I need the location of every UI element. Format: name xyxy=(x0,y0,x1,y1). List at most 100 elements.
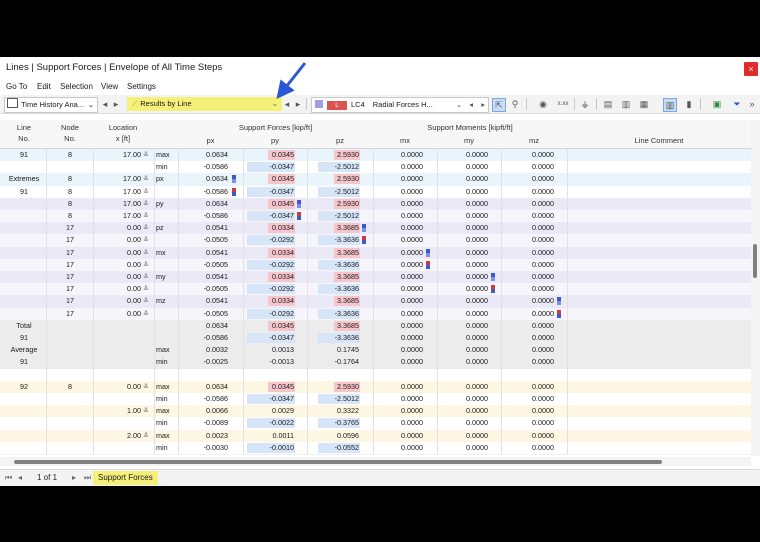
eye-view-icon[interactable]: ◉ xyxy=(531,98,555,110)
table-row[interactable] xyxy=(0,368,751,382)
cell-mz: 0.0000 xyxy=(532,162,554,172)
column-divider xyxy=(567,185,568,198)
column-divider xyxy=(567,149,568,162)
cell-px: -0.0586 xyxy=(203,186,228,196)
cell-loc: 17.00 xyxy=(123,198,141,208)
column-divider xyxy=(154,173,155,186)
column-divider xyxy=(501,332,502,345)
column-divider xyxy=(93,368,94,381)
next-arrow-icon[interactable]: ▸ xyxy=(292,98,304,110)
table-row[interactable]: 1.00 max 0.0066 0.0029 0.3322 0.0000 0.0000 0.0… xyxy=(0,405,751,419)
sheet-tab-support-forces[interactable]: Support Forces xyxy=(93,471,158,485)
select-icon[interactable]: ⇱ xyxy=(492,98,506,112)
table-row[interactable]: Average max 0.0032 0.0013 0.1745 0.0000 0.0000… xyxy=(0,344,751,358)
table-row[interactable]: 2.00 max 0.0023 0.0011 0.0596 0.0000 0.0000 0.0… xyxy=(0,429,751,443)
column-divider xyxy=(46,319,47,332)
column-divider xyxy=(154,246,155,259)
cell-px: 0.0541 xyxy=(206,296,228,306)
column-divider xyxy=(243,429,244,442)
filter-select-icon[interactable]: ⚲ xyxy=(509,98,521,110)
prev-arrow-icon[interactable]: ◂ xyxy=(469,98,473,112)
cell-my: 0.0000 xyxy=(466,430,488,440)
cell-mx: 0.0000 xyxy=(401,320,423,330)
node-structure-icon[interactable]: ⚶ xyxy=(579,98,591,110)
table-row[interactable]: 17 0.00 mz 0.0541 0.0334 3.3685 0.0000 0.0000 0.… xyxy=(0,295,751,309)
table-row[interactable]: 91 min -0.0025 -0.0013 -0.1764 0.0000 0.0000 0.… xyxy=(0,356,751,370)
table-row[interactable]: min -0.0089 -0.0022 -0.3765 0.0000 0.0000 0.00… xyxy=(0,417,751,431)
column-divider xyxy=(178,258,179,271)
horizontal-scrollbar[interactable] xyxy=(0,457,751,466)
menu-settings[interactable]: Settings xyxy=(127,82,156,91)
table-rows-icon[interactable]: ▤ xyxy=(602,98,614,110)
vertical-scrollbar[interactable] xyxy=(751,120,760,456)
next-arrow-icon[interactable]: ▸ xyxy=(481,98,485,112)
table-row[interactable]: 17 0.00 -0.0505 -0.0292 -3.3636 0.0000 0.0000 0… xyxy=(0,307,751,321)
column-divider xyxy=(373,234,374,247)
next-page-icon[interactable]: ▸ xyxy=(72,473,76,482)
column-divider xyxy=(307,356,308,369)
pencil-line-icon: ⟋ xyxy=(132,99,138,108)
cell-loc: 0.00 xyxy=(127,296,141,306)
column-divider xyxy=(437,295,438,308)
cell-my: 0.0000 xyxy=(466,442,488,452)
horizontal-scroll-thumb[interactable] xyxy=(14,460,662,464)
column-divider xyxy=(567,356,568,369)
table-row[interactable]: 17 0.00 mx 0.0541 0.0334 3.3685 0.0000 0.0000 0.… xyxy=(0,246,751,260)
close-button[interactable]: × xyxy=(744,62,758,76)
next-arrow-icon[interactable]: ▸ xyxy=(110,98,122,110)
table-row[interactable]: min -0.0030 -0.0010 -0.0552 0.0000 0.0000 0.00… xyxy=(0,441,751,455)
table-row[interactable]: Total 0.0634 0.0345 3.3685 0.0000 0.0000 0.000… xyxy=(0,319,751,333)
cell-py: 0.0011 xyxy=(272,430,294,440)
last-page-icon[interactable]: ⏭ xyxy=(84,473,91,483)
cell-loc: 1.00 xyxy=(127,406,141,416)
bar-chart-icon[interactable]: ▥ xyxy=(663,98,677,112)
table-row[interactable]: min -0.0586 -0.0347 -2.5012 0.0000 0.0000 0.00… xyxy=(0,161,751,175)
menu-view[interactable]: View xyxy=(101,82,118,91)
chevron-down-icon: ⌄ xyxy=(87,100,94,109)
equals-icon: ≚ xyxy=(143,174,150,184)
cell-py: -0.0347 xyxy=(269,333,294,342)
column-chart-icon[interactable]: ▮ xyxy=(683,98,695,110)
cell-type xyxy=(156,332,176,344)
equals-icon: ≚ xyxy=(143,381,150,391)
menu-go-to[interactable]: Go To xyxy=(6,82,27,91)
column-divider xyxy=(307,368,308,381)
table-row[interactable]: 17 0.00 -0.0505 -0.0292 -3.3636 0.0000 0.0000 0… xyxy=(0,234,751,248)
table-row[interactable]: 17 0.00 pz 0.0541 0.0334 3.3685 0.0000 0.0000 0.… xyxy=(0,222,751,236)
cell-px: -0.0505 xyxy=(203,308,228,318)
column-divider xyxy=(501,368,502,381)
table-row[interactable]: 17 0.00 -0.0505 -0.0292 -3.3636 0.0000 0.0000 0… xyxy=(0,283,751,297)
column-divider xyxy=(501,344,502,357)
table-row[interactable]: 92 8 0.00 max 0.0634 0.0345 2.5930 0.0000 0.0000… xyxy=(0,380,751,394)
cell-pz: -3.3636 xyxy=(334,259,359,269)
column-divider xyxy=(373,393,374,406)
load-case-dropdown[interactable]: L LC4 Radial Forces H... ⌄ ◂ ▸ xyxy=(311,97,489,113)
prev-page-icon[interactable]: ◂ xyxy=(18,473,22,482)
first-page-icon[interactable]: ⏮ xyxy=(5,473,12,483)
more-icon[interactable]: » xyxy=(747,98,757,110)
table-cols-icon[interactable]: ▥ xyxy=(620,98,632,110)
filter-icon[interactable]: ⏷ xyxy=(731,98,743,110)
column-divider xyxy=(243,344,244,357)
table-row[interactable]: Extremes 8 17.00 px 0.0634 0.0345 2.5930 0.0000… xyxy=(0,173,751,187)
export-excel-icon[interactable]: ▣ xyxy=(711,98,723,110)
analysis-type-dropdown[interactable]: Time History Ana... ⌄ xyxy=(4,97,98,113)
equals-icon: ≚ xyxy=(143,259,150,269)
cell-line: 91 xyxy=(20,357,28,367)
column-divider xyxy=(154,429,155,442)
results-by-dropdown[interactable]: ⟋ Results by Line ⌄ xyxy=(127,97,282,111)
column-divider xyxy=(437,405,438,418)
vertical-scroll-thumb[interactable] xyxy=(753,244,757,278)
cell-pz: -2.5012 xyxy=(334,211,359,220)
decimals-icon[interactable]: x.xx xyxy=(555,98,571,110)
menu-edit[interactable]: Edit xyxy=(37,82,51,91)
menu-selection[interactable]: Selection xyxy=(60,82,93,91)
table-row[interactable]: 91 8 17.00 -0.0586 -0.0347 -2.5012 0.0000 0.000… xyxy=(0,185,751,199)
cell-px: 0.0541 xyxy=(206,272,228,281)
cell-my: 0.0000 xyxy=(466,198,488,208)
table-grid-icon[interactable]: ▦ xyxy=(638,98,650,110)
cell-py: 0.0345 xyxy=(272,174,294,184)
table-row[interactable]: 8 17.00 py 0.0634 0.0345 2.5930 0.0000 0.0000 0.… xyxy=(0,197,751,211)
column-divider xyxy=(567,441,568,454)
table-row[interactable]: 17 0.00 -0.0505 -0.0292 -3.3636 0.0000 0.0000 0… xyxy=(0,258,751,272)
